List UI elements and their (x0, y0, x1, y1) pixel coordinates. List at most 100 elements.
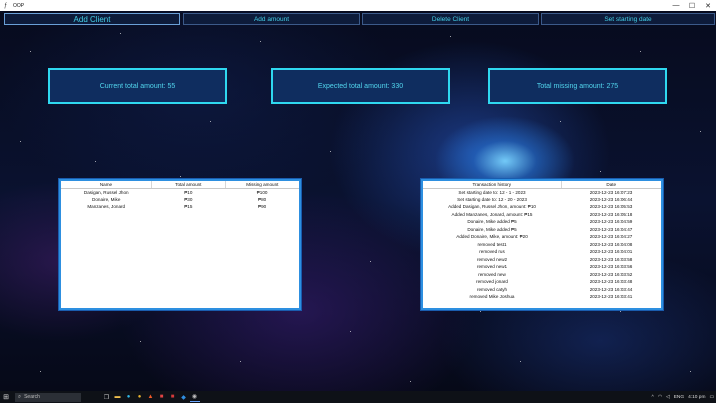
table-row[interactable]: removed jonard 2023-12-23 16:03:48 (423, 278, 661, 286)
table-row[interactable]: Added Donaire, Mike, amount: ₱20 2023-12-… (423, 233, 661, 241)
background-star (180, 176, 181, 177)
client-name: Donaire, Mike (92, 196, 121, 202)
volume-icon[interactable]: ◁ (666, 395, 670, 400)
background-star (690, 371, 691, 372)
python-app-icon[interactable]: ◉ (189, 392, 200, 402)
transaction-description: Set starting date to: 12 - 1 - 2023 (458, 189, 526, 195)
client-missing-amount: ₱80 (258, 196, 267, 202)
add-amount-button[interactable]: Add amount (183, 13, 360, 25)
table-row[interactable]: Manzanes, Jonard ₱15 ₱90 (61, 203, 299, 211)
table-row[interactable]: removed new1 2023-12-23 16:03:56 (423, 263, 661, 271)
task-view-icon[interactable]: ❐ (102, 392, 112, 402)
history-table-body: Set starting date to: 12 - 1 - 2023 2023-… (423, 188, 661, 301)
transaction-description: Added Donaire, Mike, amount: ₱20 (456, 234, 528, 240)
app-icon[interactable]: ■ (168, 392, 178, 402)
client-total-amount: ₱15 (184, 204, 193, 210)
client-total-amount: ₱30 (184, 196, 193, 202)
background-star (620, 311, 621, 312)
clients-table: Name Total amount Missing amount Dasigan… (61, 181, 299, 211)
table-row[interactable]: removed catyh 2023-12-23 16:03:44 (423, 286, 661, 294)
transaction-description: removed new1 (476, 264, 508, 270)
app-background: Add Client Add amount Delete Client Set … (0, 11, 716, 391)
app-icon[interactable]: ■ (157, 392, 167, 402)
client-name: Manzanes, Jonard (87, 204, 126, 210)
close-icon[interactable]: ✕ (700, 0, 716, 11)
background-star (480, 311, 481, 312)
transaction-date: 2023-12-23 16:03:44 (589, 286, 633, 292)
column-header[interactable]: Missing amount (225, 181, 299, 189)
table-row[interactable]: Added Dasigan, Russel Jhon, amount: ₱10 2… (423, 203, 661, 211)
language-indicator[interactable]: ENG (674, 395, 684, 400)
column-header[interactable]: Date (561, 181, 661, 189)
history-table: Transaction history Date Set starting da… (423, 181, 661, 301)
feather-icon: ƒ (4, 2, 8, 9)
transaction-description: Donaire, Mike added ₱5 (467, 226, 517, 232)
vscode-icon[interactable]: ◆ (179, 392, 189, 402)
table-row[interactable]: removed Mike Joshua 2023-12-23 16:03:41 (423, 293, 661, 301)
clock[interactable]: 4:10 pm (688, 395, 705, 400)
minimize-icon[interactable]: — (668, 0, 684, 11)
file-explorer-icon[interactable]: ▬ (113, 392, 123, 402)
transaction-date: 2023-12-23 16:04:47 (589, 226, 633, 232)
column-header[interactable]: Name (61, 181, 152, 189)
maximize-icon[interactable]: ☐ (684, 0, 700, 11)
column-header[interactable]: Total amount (151, 181, 226, 189)
transaction-description: Set starting date to: 12 - 20 - 2023 (457, 196, 527, 202)
chevron-up-icon[interactable]: ^ (652, 395, 654, 400)
clients-table-header: Name Total amount Missing amount (61, 181, 299, 189)
chrome-icon[interactable]: ● (135, 392, 145, 402)
table-row[interactable]: removed test1 2023-12-23 16:04:08 (423, 241, 661, 249)
current-total-label: Current total amount: 55 (48, 68, 227, 104)
transaction-date: 2023-12-23 16:03:41 (589, 294, 633, 300)
table-row[interactable]: removed rus 2023-12-23 16:04:01 (423, 248, 661, 256)
table-row[interactable]: Dasigan, Russel Jhon ₱10 ₱100 (61, 188, 299, 196)
edge-icon[interactable]: ● (124, 392, 134, 402)
table-row[interactable]: Set starting date to: 12 - 20 - 2023 2023… (423, 196, 661, 204)
table-row[interactable]: Donaire, Mike ₱30 ₱80 (61, 196, 299, 204)
table-row[interactable]: Donaire, Mike added ₱5 2023-12-23 16:04:4… (423, 226, 661, 234)
column-header[interactable]: Transaction history (423, 181, 562, 189)
background-star (95, 161, 96, 162)
start-icon[interactable]: ⊞ (0, 391, 12, 403)
table-row[interactable]: Donaire, Mike added ₱5 2023-12-23 16:04:5… (423, 218, 661, 226)
transaction-description: removed Mike Joshua (469, 294, 515, 300)
background-star (370, 261, 371, 262)
background-star (330, 151, 331, 152)
taskbar-search[interactable]: ⌕ Search (15, 392, 81, 402)
table-row[interactable]: Set starting date to: 12 - 1 - 2023 2023-… (423, 188, 661, 196)
transaction-date: 2023-12-23 16:03:58 (589, 256, 633, 262)
transaction-date: 2023-12-23 16:05:18 (589, 211, 633, 217)
search-icon: ⌕ (18, 393, 22, 400)
transaction-date: 2023-12-23 16:03:56 (589, 264, 633, 270)
table-row[interactable]: Added Manzanes, Jonard, amount: ₱15 2023-… (423, 211, 661, 219)
transaction-description: removed jonard (476, 279, 508, 285)
window-controls: — ☐ ✕ (668, 0, 716, 11)
background-star (450, 36, 451, 37)
history-table-panel: Transaction history Date Set starting da… (421, 179, 663, 310)
delete-client-button[interactable]: Delete Client (362, 13, 539, 25)
transaction-description: Donaire, Mike added ₱5 (467, 219, 517, 225)
search-placeholder: Search (24, 394, 40, 400)
background-star (600, 171, 601, 172)
table-row[interactable]: removed new 2023-12-23 16:03:52 (423, 271, 661, 279)
expected-total-label: Expected total amount: 330 (271, 68, 450, 104)
windows-taskbar: ⊞ ⌕ Search ❐ ▬ ● ● ▲ ■ ■ ◆ ◉ ^ ◠ ◁ ENG 4… (0, 391, 716, 403)
set-starting-date-button[interactable]: Set starting date (541, 13, 715, 25)
transaction-date: 2023-12-23 16:04:01 (589, 249, 633, 255)
transaction-description: removed rus (479, 249, 505, 255)
background-star (520, 361, 521, 362)
network-icon[interactable]: ◠ (658, 395, 662, 400)
background-star (210, 121, 211, 122)
table-row[interactable]: removed new2 2023-12-23 16:03:58 (423, 256, 661, 264)
system-tray: ^ ◠ ◁ ENG 4:10 pm ▭ (650, 391, 716, 403)
transaction-date: 2023-12-23 16:06:44 (589, 196, 633, 202)
brave-icon[interactable]: ▲ (146, 392, 156, 402)
notification-icon[interactable]: ▭ (709, 395, 714, 400)
history-table-header: Transaction history Date (423, 181, 661, 189)
taskbar-app-icons: ❐ ▬ ● ● ▲ ■ ■ ◆ ◉ (101, 392, 200, 402)
add-client-button[interactable]: Add Client (4, 13, 180, 25)
background-star (410, 381, 411, 382)
transaction-date: 2023-12-23 16:07:23 (589, 189, 633, 195)
background-star (350, 331, 351, 332)
background-star (700, 131, 701, 132)
